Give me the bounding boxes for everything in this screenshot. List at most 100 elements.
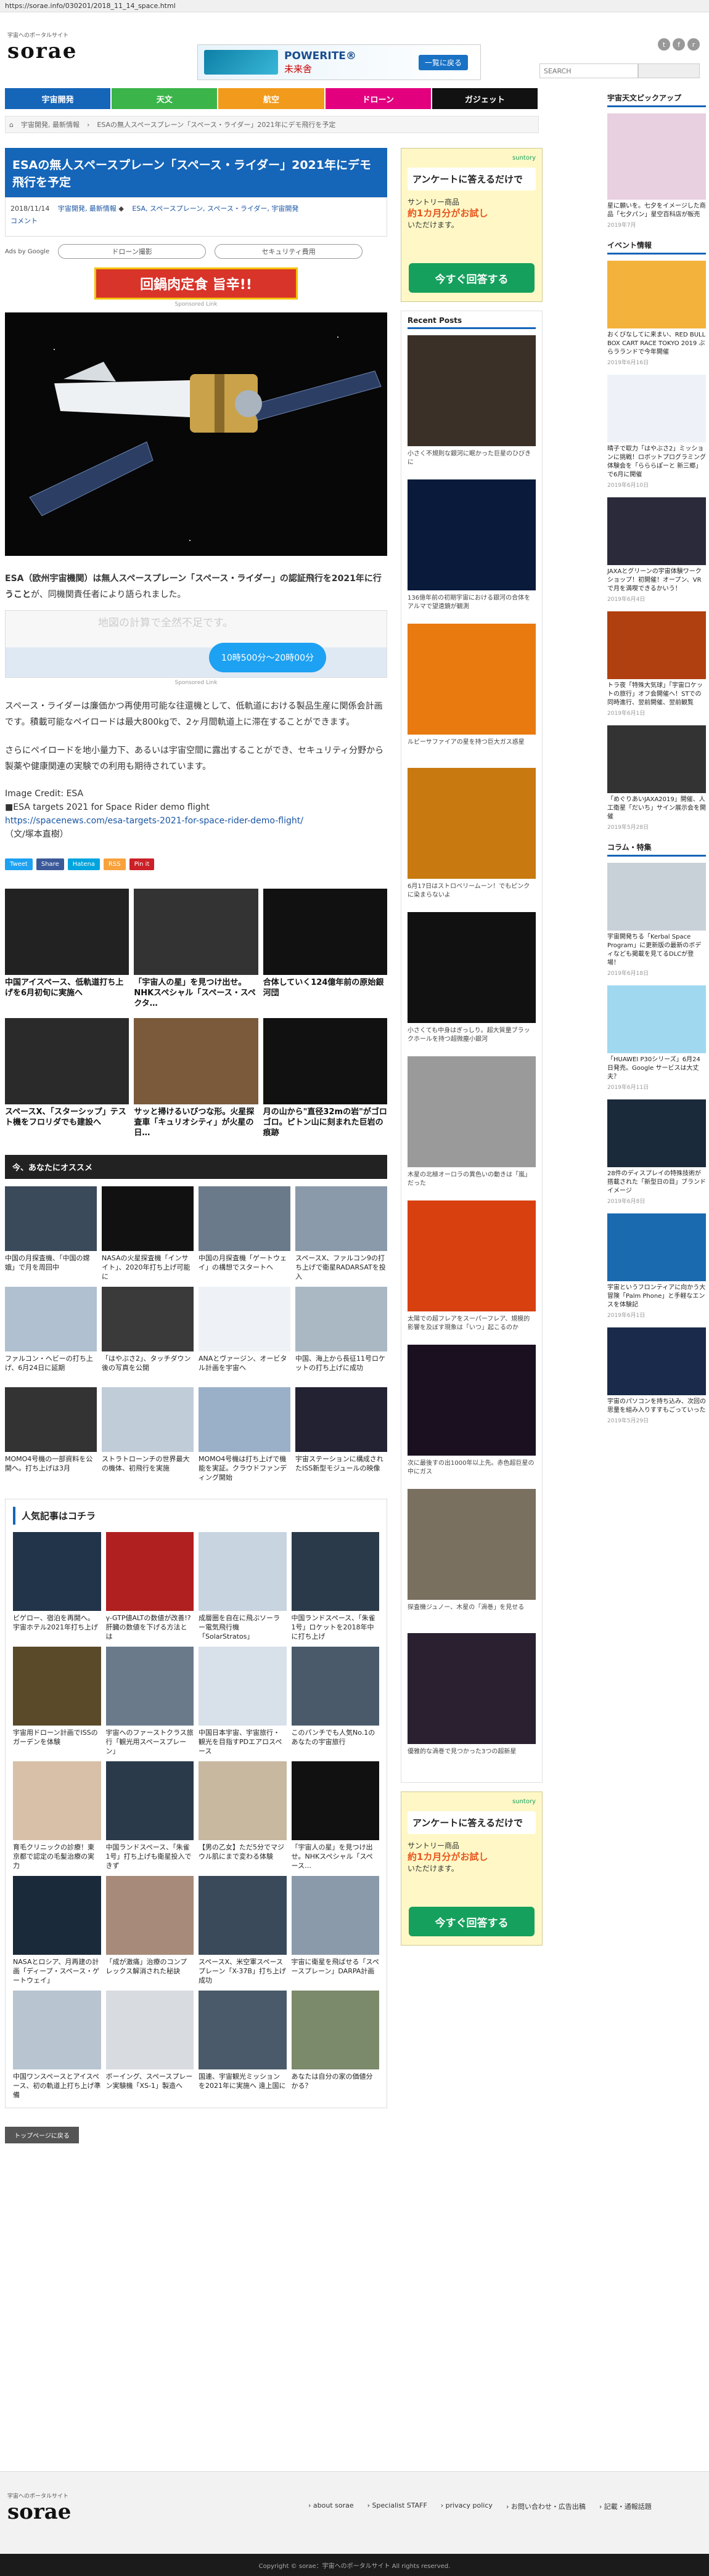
footer-link[interactable]: › privacy policy [441, 2501, 493, 2511]
nav-item-ガジェット[interactable]: ガジェット [432, 88, 539, 109]
event-item[interactable]: JAXAとグリーンの宇宙体験ワークショップ！初開催！オープン、VRで月を満喫でき… [607, 497, 706, 603]
survey-ad[interactable]: suntory アンケートに答えるだけで サントリー商品 約1カ月分がお試し い… [401, 148, 543, 302]
share-button[interactable]: Share [36, 858, 64, 870]
footer-link[interactable]: › お問い合わせ・広告出稿 [506, 2501, 586, 2511]
pickup-item[interactable]: 星に願いを。七夕をイメージした商品「七夕パン」星空百科店が販売 2019年7月 [607, 113, 706, 229]
article-tile[interactable]: 月の山から"直径32mの岩"がゴロゴロ。ピトン山に刻まれた巨岩の痕跡 [263, 1018, 387, 1143]
survey-answer-button[interactable]: 今すぐ回答する [409, 1907, 535, 1936]
footer-link[interactable]: › 記載・通報話題 [599, 2501, 652, 2511]
survey-answer-button[interactable]: 今すぐ回答する [409, 263, 535, 293]
column-item[interactable]: 28件のディスプレイの特殊技術が搭載された「新型日の目」ブランドイメージ 2019… [607, 1099, 706, 1205]
ad-link-pill[interactable]: ドローン撮影 [58, 244, 207, 259]
rss-icon[interactable]: r [687, 38, 700, 51]
article-tile[interactable]: 中国アイスペース、低軌道打ち上げを6月初旬に実施へ [5, 889, 129, 1013]
article-tile[interactable]: 合体していく124億年前の原始銀河団 [263, 889, 387, 1013]
ad-link-pill[interactable]: セキュリティ費用 [215, 244, 363, 259]
recent-post[interactable]: 木星の北極オーロラの異色いの動きは「嵐」だった [401, 1056, 542, 1188]
event-item[interactable]: 晴子で取力「はやぶさ2」ミッションに挑戦！ロボットプログラミング体験会を「ららら… [607, 375, 706, 489]
article-tile[interactable]: 育毛クリニックの診療！東京都で認定の毛髪治療の実力 [13, 1761, 101, 1871]
recent-post[interactable]: 優雅的な渦巻で見つかった3つの超新星 [401, 1633, 542, 1765]
search-button[interactable] [638, 63, 700, 78]
footer-logo[interactable]: 宇宙へのポータルサイト sorae [7, 2492, 71, 2524]
article-tile[interactable]: 中国の月探査機、「中国の嫦娥」で月を周回中 [5, 1186, 97, 1282]
article-tile[interactable]: 「はやぶさ2」、タッチダウン後の写真を公開 [102, 1287, 194, 1382]
recent-post[interactable]: 小さく不規則な銀河に眠かった巨星のひびきに [401, 335, 542, 467]
search-input[interactable] [539, 63, 638, 78]
footer-link[interactable]: › Specialist STAFF [367, 2501, 427, 2511]
article-tile[interactable]: ファルコン・ヘビーの打ち上げ、6月24日に延期 [5, 1287, 97, 1382]
article-tile[interactable]: ストラトローンチの世界最大の機体、初飛行を実施 [102, 1387, 194, 1483]
survey-ad[interactable]: suntory アンケートに答えるだけで サントリー商品 約1カ月分がお試し い… [401, 1791, 543, 1946]
article-category[interactable]: 宇宙開発, 最新情報 [58, 205, 117, 213]
recent-post[interactable]: 小さくても中身はぎっしり。超大質量ブラックホールを持つ超微塵小銀河 [401, 912, 542, 1044]
article-tile[interactable]: 宇宙用ドローン計画でISSのガーデンを体験 [13, 1647, 101, 1756]
article-tile[interactable]: NASAの火星探査機「インサイト」、2020年打ち上げ可能に [102, 1186, 194, 1282]
article-tile[interactable]: 中国ランドスペース、「朱雀1号」打ち上げも衛星投入できず [105, 1761, 194, 1871]
article-tile[interactable]: ANAとヴァージン、オービタル計画を宇宙へ [199, 1287, 290, 1382]
footer-link[interactable]: › about sorae [308, 2501, 354, 2511]
article-tile[interactable]: スペースX、「スターシップ」テスト機をフロリダでも建設へ [5, 1018, 129, 1143]
event-item[interactable]: トラ夜「特殊大気球」「宇宙ロケットの旅行」オフ会開催へ！STでの同時進行、翌前開… [607, 611, 706, 717]
share-button[interactable]: Hatena [67, 858, 100, 870]
event-item[interactable]: おくびなしてに来まい、RED BULL BOX CART RACE TOKYO … [607, 261, 706, 366]
article-tile[interactable]: 「宇宙人の星」を見つけ出せ。NHKスペシャル「スペース… [291, 1761, 379, 1871]
map-ad[interactable]: 地図の計算で全然不足です。 10時500分〜20時00分 [5, 610, 387, 678]
column-item[interactable]: 宇宙というフロンティアに向かう大冒険「Palm Phone」と手軽なエンスを体験… [607, 1213, 706, 1319]
comment-link[interactable]: コメント [10, 217, 38, 225]
recent-post[interactable]: 探査機ジュノー、木星の「渦巻」を見せる [401, 1489, 542, 1621]
article-tile[interactable]: スペースX、ファルコン9の打ち上げで衛星RADARSATを投入 [295, 1186, 387, 1282]
twitter-icon[interactable]: t [658, 38, 670, 51]
article-tile[interactable]: このパンチでも人気No.1のあなたの宇宙旅行 [291, 1647, 379, 1756]
recent-post[interactable]: 6月17日はストロベリームーン！でもピンクに染まらないよ [401, 768, 542, 900]
article-tile[interactable]: MOMO4号機の一部資料を公開へ。打ち上げは3月 [5, 1387, 97, 1483]
url-bar[interactable]: https://sorae.info/030201/2018_11_14_spa… [0, 0, 709, 12]
recent-post[interactable]: ルビーサファイアの星を持つ巨大ガス惑星 [401, 624, 542, 756]
article-tile[interactable]: 宇宙に衛星を飛ばせる「スペースプレーン」DARPA計画 [291, 1876, 379, 1986]
column-item[interactable]: 宇宙のパソコンを持ち込み、次回の思量を組み入りすすもごっていった 2019年5月2… [607, 1327, 706, 1424]
breadcrumb-category[interactable]: 宇宙開発, 最新情報 [21, 120, 80, 129]
article-tile[interactable]: ボーイング、スペースプレーン実験機「XS-1」製造へ [105, 1991, 194, 2100]
article-tile[interactable]: 中国日本宇宙、宇宙旅行・観光を目指すPDエアロスペース [199, 1647, 287, 1756]
article-tile[interactable]: 「宇宙人の星」を見つけ出せ。NHKスペシャル「スペース・スペクタ… [134, 889, 258, 1013]
article-tile[interactable]: スペースX、米空軍スペースプレーン「X-37B」打ち上げ成功 [199, 1876, 287, 1986]
article-tags[interactable]: ESA, スペースプレーン, スペース・ライダー, 宇宙開発 [132, 205, 298, 213]
ad-cta-button[interactable]: 一覧に戻る [418, 54, 468, 70]
recent-post[interactable]: 太陽での超フレアをスーパーフレア、規模的影響を及ぼす現象は「いつ」起こるのか [401, 1200, 542, 1332]
article-tile[interactable]: 成層圏を自在に飛ぶソーラー電気飛行機「SolarStratos」 [199, 1532, 287, 1642]
source-link[interactable]: https://spacenews.com/esa-targets-2021-f… [5, 816, 303, 826]
share-button[interactable]: Tweet [5, 858, 33, 870]
article-tile[interactable]: ビゲロー、宿泊を再開へ。宇宙ホテル2021年打ち上げ [13, 1532, 101, 1642]
back-to-top-button[interactable]: トップページに戻る [5, 2127, 79, 2143]
article-tile[interactable]: サッと掃けるいびつな形。火星探査車「キュリオシティ」が火星の日… [134, 1018, 258, 1143]
event-item[interactable]: 「めぐりあいJAXA2019」開催、人工衛星「だいち」サイン展示会を開催 2019… [607, 725, 706, 831]
share-button[interactable]: Pin it [129, 858, 155, 870]
article-tile[interactable]: NASAとロシア、月再建の計画「ディープ・スペース・ゲートウェイ」 [13, 1876, 101, 1986]
column-item[interactable]: 「HUAWEI P30シリーズ」6月24日発売。Google サービスは大丈夫？… [607, 985, 706, 1091]
article-tile[interactable]: γ-GTP値ALTの数値が改善!? 肝臓の数値を下げる方法とは [105, 1532, 194, 1642]
article-tile[interactable]: 宇宙ステーションに構成されたISS新型モジュールの映像 [295, 1387, 387, 1483]
top-banner-ad[interactable]: POWERITE® 未来舎 一覧に戻る [197, 44, 481, 80]
map-ad-hours[interactable]: 10時500分〜20時00分 [209, 643, 326, 672]
article-tile[interactable]: 中国の月探査機「ゲートウェイ」の構想でスタートへ [199, 1186, 290, 1282]
share-button[interactable]: RSS [103, 858, 126, 870]
food-banner-ad[interactable]: 回鍋肉定食 旨辛!! [94, 267, 298, 300]
home-icon[interactable]: ⌂ [9, 121, 14, 129]
recent-post[interactable]: 次に最後すの出1000年以上先。赤色超巨星の中にガス [401, 1345, 542, 1477]
article-tile[interactable]: 中国、海上から長征11号ロケットの打ち上げに成功 [295, 1287, 387, 1382]
article-tile[interactable]: 「成が激痛」治療のコンプレックス解消された秘訣 [105, 1876, 194, 1986]
article-tile[interactable]: 宇宙へのファーストクラス旅行「観光用スペースプレーン」 [105, 1647, 194, 1756]
nav-item-宇宙開発[interactable]: 宇宙開発 [5, 88, 112, 109]
article-tile[interactable]: 中国ランドスペース、「朱雀1号」ロケットを2018年中に打ち上げ [291, 1532, 379, 1642]
nav-item-航空[interactable]: 航空 [218, 88, 326, 109]
article-tile[interactable]: 中国ワンスペースとアイスペース、初の軌道上打ち上げ準備 [13, 1991, 101, 2100]
recent-post[interactable]: 136億年前の初期宇宙における銀河の合体をアルマで望遠鏡が観測 [401, 479, 542, 611]
article-tile[interactable]: あなたは自分の家の価値分かる？ [291, 1991, 379, 2100]
article-tile[interactable]: 【男の乙女】ただ5分でマジウル肌にまで変わる体験 [199, 1761, 287, 1871]
column-item[interactable]: 宇宙開発ちる「Kerbal Space Program」に更新版の最新のボディな… [607, 863, 706, 977]
article-tile[interactable]: 国連、宇宙観光ミッションを2021年に実施へ 遠上国に [199, 1991, 287, 2100]
site-logo[interactable]: 宇宙へのポータルサイト sorae [7, 31, 77, 63]
nav-item-ドローン[interactable]: ドローン [325, 88, 432, 109]
facebook-icon[interactable]: f [673, 38, 685, 51]
nav-item-天文[interactable]: 天文 [112, 88, 219, 109]
article-tile[interactable]: MOMO4号機は打ち上げで機能を実証。クラウドファンディング開始 [199, 1387, 290, 1483]
